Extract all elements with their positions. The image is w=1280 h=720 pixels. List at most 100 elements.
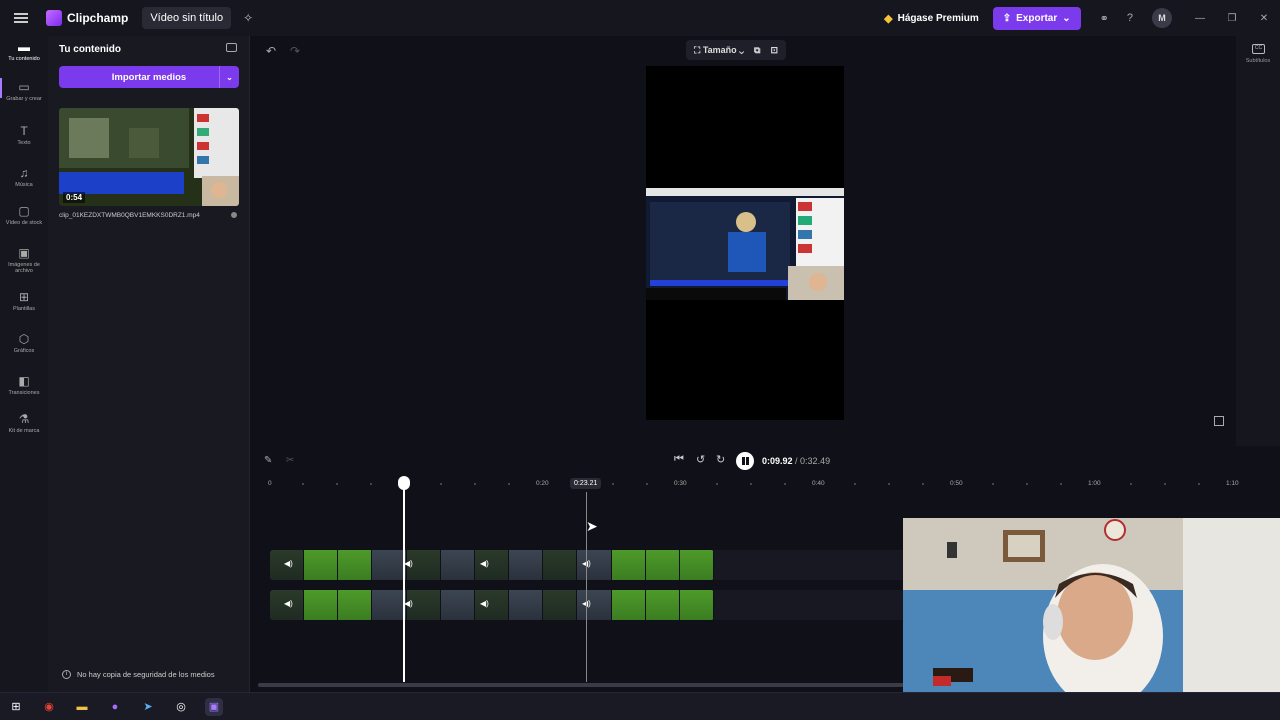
playhead[interactable] <box>403 488 405 682</box>
backup-notice[interactable]: i No hay copia de seguridad de los medio… <box>62 670 215 679</box>
ruler-tick: 0:30 <box>674 480 687 487</box>
skip-back-icon[interactable]: ⏮ <box>674 453 684 466</box>
rail-label: Vídeo de stock <box>5 220 43 226</box>
import-media-button[interactable]: Importar medios ⌄ <box>59 66 239 88</box>
panel-title: Tu contenido <box>59 44 122 55</box>
clip-frame <box>611 590 646 620</box>
video-frame-image <box>646 188 844 300</box>
ruler-dot <box>992 483 994 485</box>
subtitles-label[interactable]: Subtítulos <box>1236 58 1280 64</box>
clip-frame <box>338 550 373 580</box>
video-title[interactable]: Vídeo sin título <box>142 7 232 29</box>
camera-icon: ▭ <box>18 80 30 94</box>
chrome-icon[interactable]: ◉ <box>40 698 58 716</box>
split-icon[interactable]: ✂ <box>286 455 294 466</box>
rail-label: Texto <box>17 140 31 146</box>
collapse-panel-icon[interactable] <box>226 43 237 52</box>
audio-icon: ◀) <box>480 599 489 608</box>
ruler-dot <box>440 483 442 485</box>
ruler-dot <box>854 483 856 485</box>
clip-frame <box>679 590 714 620</box>
size-toolbar: ⛶ Tamaño ⌄ ⧉ ⊡ <box>686 40 787 60</box>
close-icon[interactable]: ✕ <box>1248 13 1280 24</box>
avatar[interactable]: M <box>1152 8 1172 28</box>
chevron-down-icon[interactable]: ⌄ <box>219 66 239 88</box>
layout-icon[interactable]: ⊡ <box>770 45 778 56</box>
rail-item-stock-images[interactable]: ▣ Imágenes de archivo <box>0 246 48 274</box>
timeline-scrollbar[interactable] <box>258 683 904 687</box>
premium-button[interactable]: ◆ Hágase Premium <box>884 12 979 25</box>
clip-frame <box>440 550 475 580</box>
telegram-icon[interactable]: ➤ <box>139 698 157 716</box>
forward-5s-icon[interactable]: ↻ <box>716 453 725 466</box>
windows-start-icon[interactable]: ⊞ <box>7 698 25 716</box>
rail-item-record[interactable]: ▭ Grabar y crear <box>0 80 48 102</box>
clipchamp-logo <box>46 10 62 26</box>
rail-item-transitions[interactable]: ◧ Transiciones <box>0 374 48 396</box>
clip-frame <box>440 590 475 620</box>
rail-item-your-content[interactable]: ▬ Tu contenido <box>0 40 48 62</box>
fullscreen-icon[interactable] <box>1214 416 1224 426</box>
rewind-5s-icon[interactable]: ↺ <box>696 453 705 466</box>
rail-item-music[interactable]: ♫ Música <box>0 166 48 188</box>
content-panel: Tu contenido Importar medios ⌄ 0:54 clip… <box>48 36 250 692</box>
video-frame <box>646 188 844 300</box>
restore-icon[interactable]: ❐ <box>1216 13 1248 24</box>
rail-item-templates[interactable]: ⊞ Plantillas <box>0 290 48 312</box>
pause-button[interactable] <box>736 452 754 470</box>
template-icon: ⊞ <box>18 290 30 304</box>
obs-icon[interactable]: ◎ <box>172 698 190 716</box>
ruler-dot <box>888 483 890 485</box>
ruler-dot <box>1026 483 1028 485</box>
ruler-dot <box>750 483 752 485</box>
rail-item-stock-video[interactable]: ▢ Vídeo de stock <box>0 204 48 226</box>
magic-edit-icon[interactable]: ✎ <box>264 455 272 466</box>
share-icon[interactable]: ⚭ <box>1100 12 1109 25</box>
media-thumbnail[interactable]: 0:54 <box>59 108 239 206</box>
ruler-tick: 1:00 <box>1088 480 1101 487</box>
audio-icon: ◀) <box>582 559 592 569</box>
mouse-cursor-icon: ➤ <box>586 518 598 534</box>
rail-item-graphics[interactable]: ⬡ Gráficos <box>0 332 48 354</box>
playhead-handle[interactable] <box>398 476 410 490</box>
ruler-dot <box>370 483 372 485</box>
ruler-dot <box>336 483 338 485</box>
aspect-ratio-button[interactable]: ⛶ Tamaño ⌄ <box>694 45 744 56</box>
image-icon: ▣ <box>18 246 30 260</box>
video-clip[interactable]: ◀) ◀) ◀) ◀) <box>270 590 714 620</box>
rail-item-text[interactable]: T Texto <box>0 124 48 146</box>
captions-icon[interactable]: CC <box>1252 44 1265 54</box>
clipchamp-taskbar-icon[interactable]: ▣ <box>205 698 223 716</box>
clip-frame <box>509 590 544 620</box>
ruler-tick: 1:10 <box>1226 480 1239 487</box>
video-clip[interactable]: ◀) ◀) ◀) ◀) <box>270 550 714 580</box>
clip-frame <box>543 550 578 580</box>
rail-label: Tu contenido <box>8 56 40 62</box>
app-icon[interactable]: ● <box>106 698 124 716</box>
crop-icon[interactable]: ⧉ <box>754 45 760 56</box>
preview-area: ↶ ↷ ⛶ Tamaño ⌄ ⧉ ⊡ <box>250 36 1236 446</box>
rail-label: Música <box>15 182 33 188</box>
export-button[interactable]: ⇪ Exportar ⌄ <box>992 6 1081 30</box>
audio-icon: ◀) <box>404 559 413 568</box>
redo-icon[interactable]: ↷ <box>290 44 300 58</box>
backup-notice-text: No hay copia de seguridad de los medios <box>77 670 215 679</box>
magic-wand-icon[interactable]: ✧ <box>243 11 253 25</box>
undo-icon[interactable]: ↶ <box>266 44 276 58</box>
left-rail: ▬ Tu contenido ▭ Grabar y crear T Texto … <box>0 36 48 692</box>
ruler-dot <box>612 483 614 485</box>
ruler-dot <box>784 483 786 485</box>
help-icon[interactable]: ? <box>1127 12 1133 24</box>
audio-icon: ◀) <box>582 599 592 609</box>
minimize-icon[interactable]: — <box>1184 13 1216 24</box>
video-canvas[interactable] <box>646 66 844 420</box>
file-explorer-icon[interactable]: ▬ <box>73 698 91 716</box>
title-bar: Clipchamp Vídeo sin título ✧ ◆ Hágase Pr… <box>0 0 1280 36</box>
rail-item-brand-kit[interactable]: ⚗ Kit de marca <box>0 412 48 434</box>
clip-frame <box>304 550 339 580</box>
menu-icon[interactable] <box>14 13 28 23</box>
ruler-dot <box>302 483 304 485</box>
brand-kit-icon: ⚗ <box>18 412 30 426</box>
clip-frame <box>645 550 680 580</box>
rail-label: Imágenes de archivo <box>8 262 40 274</box>
